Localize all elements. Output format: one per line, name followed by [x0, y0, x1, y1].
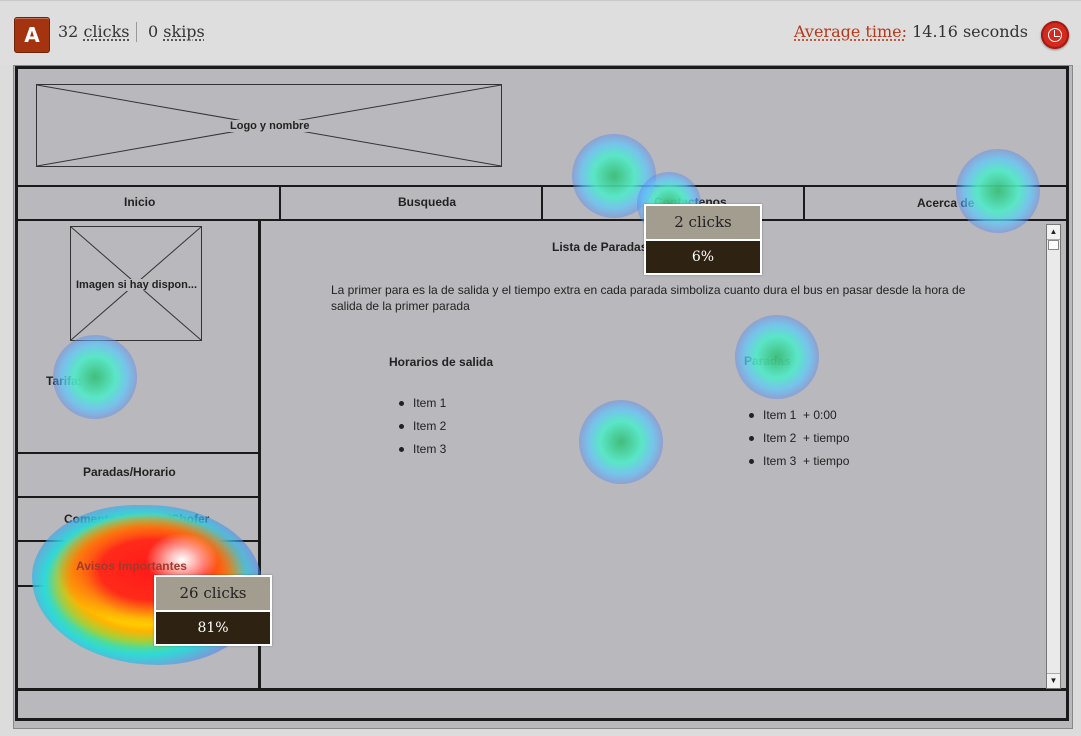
clock-icon: [1041, 21, 1069, 49]
scroll-thumb[interactable]: [1048, 240, 1059, 250]
content-title: Lista de Paradas: [552, 240, 648, 254]
logo-text: Logo y nombre: [228, 120, 312, 132]
nav-item-acerca[interactable]: Acerca de: [917, 196, 974, 210]
horarios-item: Item 3: [413, 442, 447, 456]
stats-bar: A 32 clicks 0 skips Average time: 14.16 …: [0, 0, 1081, 65]
nav-divider: [541, 186, 543, 220]
tooltip-clicks: 2 clicks: [646, 206, 760, 241]
bullet: [399, 447, 404, 452]
clicks-stat: 32 clicks: [58, 22, 130, 41]
bullet: [399, 401, 404, 406]
average-time-label[interactable]: Average time:: [794, 22, 907, 41]
scroll-up-arrow-icon[interactable]: ▲: [1047, 225, 1060, 240]
tooltip-percent: 6%: [646, 241, 760, 273]
nav-divider: [279, 186, 281, 220]
clicks-count: 32: [58, 22, 79, 41]
content-scrollbar[interactable]: ▲ ▼: [1046, 224, 1061, 689]
description-line-2: salida de la primer parada: [331, 299, 470, 313]
bullet: [749, 436, 754, 441]
wire-top-border: [15, 66, 1068, 69]
nav-divider: [803, 186, 805, 220]
scroll-down-arrow-icon[interactable]: ▼: [1047, 673, 1060, 688]
variant-badge[interactable]: A: [14, 17, 50, 53]
average-time: Average time: 14.16 seconds: [794, 22, 1028, 41]
tooltip-clicks: 26 clicks: [156, 577, 270, 612]
content-bottom-line: [15, 688, 1068, 691]
side-menu-paradas[interactable]: Paradas/Horario: [83, 465, 176, 479]
side-menu-comentarios[interactable]: Comentarios Ruta/Chofer: [64, 512, 209, 526]
paradas-item: Item 1 + 0:00: [763, 408, 837, 422]
wire-left-border: [15, 66, 18, 720]
description-line-1: La primer para es la de salida y el tiem…: [331, 283, 966, 297]
side-menu-line: [16, 540, 259, 542]
bullet: [749, 459, 754, 464]
skips-link[interactable]: skips: [163, 22, 204, 41]
side-menu-line: [16, 496, 259, 498]
skips-stat: 0 skips: [148, 22, 205, 41]
paradas-item: Item 3 + tiempo: [763, 454, 850, 468]
click-tooltip: 2 clicks 6%: [644, 204, 762, 275]
paradas-item: Item 2 + tiempo: [763, 431, 850, 445]
nav-item-busqueda[interactable]: Busqueda: [398, 195, 456, 209]
skips-count: 0: [148, 22, 159, 41]
side-menu-line: [16, 452, 259, 454]
stat-divider: [136, 22, 137, 42]
horarios-item: Item 2: [413, 419, 447, 433]
bullet: [749, 413, 754, 418]
bullet: [399, 424, 404, 429]
tooltip-percent: 81%: [156, 612, 270, 644]
wire-right-border: [1066, 66, 1069, 720]
horarios-item: Item 1: [413, 396, 447, 410]
side-menu-avisos[interactable]: Avisos Importantes: [76, 559, 187, 573]
click-tooltip: 26 clicks 81%: [154, 575, 272, 646]
image-placeholder-text: Imagen si hay dispon...: [76, 279, 198, 291]
average-time-value: 14.16 seconds: [912, 22, 1028, 41]
wire-bottom-border: [15, 718, 1069, 721]
tarifa-label: Tarifa:: [46, 374, 82, 388]
nav-item-inicio[interactable]: Inicio: [124, 195, 155, 209]
paradas-title: Paradas: [744, 354, 791, 368]
clicks-link[interactable]: clicks: [83, 22, 129, 41]
horarios-title: Horarios de salida: [389, 355, 494, 369]
